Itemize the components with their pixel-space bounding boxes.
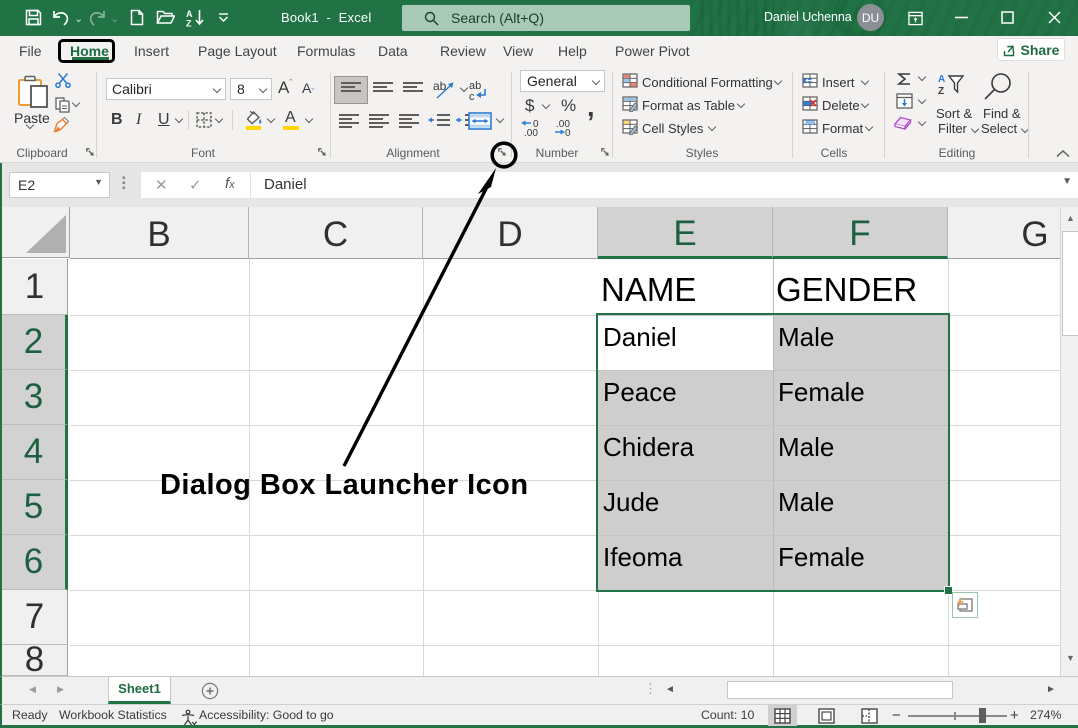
svg-text:Z: Z [186, 19, 192, 28]
svg-text:Z: Z [938, 86, 944, 97]
svg-text:c: c [469, 91, 475, 102]
svg-text:.00: .00 [524, 128, 538, 136]
svg-text:A: A [186, 9, 193, 19]
svg-text:A: A [938, 74, 945, 85]
svg-text:0: 0 [565, 128, 571, 136]
